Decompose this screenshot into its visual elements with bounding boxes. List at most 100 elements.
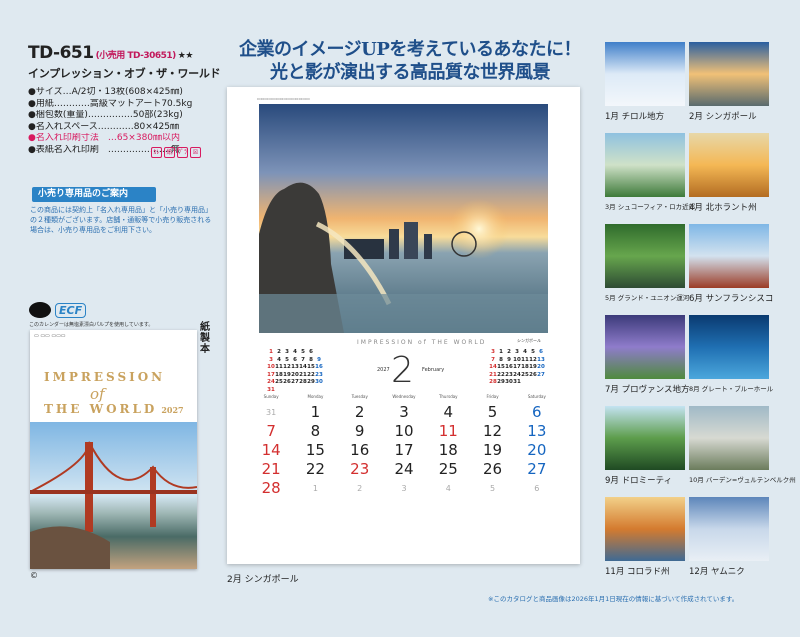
main-month-name: February bbox=[422, 367, 445, 373]
day-cell: 31 bbox=[266, 408, 277, 417]
badge-paper-icon: 紙 bbox=[164, 147, 175, 158]
mini-day: 11 bbox=[275, 364, 283, 370]
mini-day: 20 bbox=[537, 364, 545, 370]
main-month-label: 2月 シンガポール bbox=[227, 575, 299, 585]
day-cell: 22 bbox=[305, 460, 325, 478]
thumbnail-photo bbox=[605, 133, 685, 197]
day-cell: 10 bbox=[394, 422, 414, 440]
mini-day: 18 bbox=[275, 371, 283, 378]
product-name: インプレッション・オブ・ザ・ワールド bbox=[28, 67, 221, 80]
month-grid: 31 1 2 3 4 5 6 7 8 9 10 11 12 13 14 15 16 17 18 19 20 21 22 23 2… bbox=[249, 403, 559, 508]
product-code-text: TD-651 bbox=[28, 43, 94, 63]
mini-day: 5 bbox=[531, 349, 535, 355]
mini-day: 1 bbox=[499, 349, 503, 355]
day-cell: 7 bbox=[266, 422, 276, 440]
next-month-calendar: 3 1 2 3 4 5 6 7 8 9 10 11 12 13 14 15 16 17 18 19 20 21 22 23 24… bbox=[489, 349, 545, 387]
main-photo-singapore bbox=[259, 104, 548, 333]
mini-day: 10 bbox=[267, 364, 275, 370]
spec-print-size: ●名入れ印刷寸法 …65×380㎜以内 bbox=[28, 133, 181, 144]
week-row: 31 1 2 3 4 5 6 bbox=[249, 403, 559, 422]
main-photo-caption: シンガポール bbox=[517, 338, 541, 343]
day-cell: 9 bbox=[354, 422, 365, 440]
day-cell: 4 bbox=[445, 484, 451, 493]
mini-day: 29 bbox=[497, 379, 505, 385]
thumbnail-label: 9月 ドロミーティ bbox=[605, 476, 673, 486]
day-cell: 14 bbox=[261, 441, 281, 459]
mini-day: 3 bbox=[269, 356, 273, 363]
mini-day: 15 bbox=[307, 364, 315, 370]
footnote: ※このカタログと商品画像は2026年1月1日現在の情報に基づいて作成されています… bbox=[488, 595, 739, 603]
day-cell: 27 bbox=[527, 460, 547, 478]
thumbnail-photo bbox=[605, 406, 685, 470]
day-cell: 6 bbox=[534, 484, 540, 493]
product-code: TD-651 (小売用 TD-30651) ★★ bbox=[28, 43, 193, 63]
thumbnail-photo bbox=[605, 224, 685, 288]
mini-week-row: 14 15 16 17 18 19 20 bbox=[489, 364, 545, 372]
mini-day: 14 bbox=[299, 364, 307, 370]
day-cell: 6 bbox=[532, 403, 542, 421]
mini-day: 31 bbox=[267, 386, 275, 393]
mini-day: 13 bbox=[291, 364, 299, 370]
spec-packing: ●梱包数(重量)……………50部(23kg) bbox=[28, 110, 183, 121]
cover-year: 2027 bbox=[161, 405, 184, 415]
cover-calendar: ▭ ▭▭ ▭▭▭ IMPRESSION of THE WORLD 2027 bbox=[30, 330, 197, 569]
thumbnail-label: 8月 グレート・ブルーホール bbox=[689, 385, 774, 393]
weekday-fri: Friday bbox=[486, 394, 499, 399]
badge-none-icon: ☒ bbox=[190, 147, 201, 158]
mini-day: 19 bbox=[283, 371, 291, 378]
notice-title: 小売り専用品のご案内 bbox=[32, 187, 156, 202]
mini-day: 20 bbox=[291, 371, 299, 378]
previous-month-calendar: 1 2 3 4 5 6 3 4 5 6 7 8 9 10 11 12 13 14 15 16 17 18 19 20 21 22 2… bbox=[267, 349, 323, 394]
thumbnail-photo bbox=[689, 315, 769, 379]
mini-day: 26 bbox=[529, 371, 537, 378]
thumbnail-photo bbox=[689, 42, 769, 106]
thumbnail-photo bbox=[605, 315, 685, 379]
day-cell: 24 bbox=[394, 460, 414, 478]
mini-day: 23 bbox=[315, 371, 323, 378]
week-row: 14 15 16 17 18 19 20 bbox=[249, 441, 559, 460]
day-cell: 16 bbox=[350, 441, 370, 459]
mini-day: 7 bbox=[301, 356, 305, 363]
thumbnail-photo bbox=[689, 497, 769, 561]
mini-day: 9 bbox=[317, 356, 321, 363]
thumbnail-label: 1月 チロル地方 bbox=[605, 112, 665, 122]
mini-day: 22 bbox=[497, 371, 505, 378]
badge-plastic-icon: ﾌﾟﾗ bbox=[177, 147, 188, 158]
day-cell: 18 bbox=[438, 441, 458, 459]
weekday-thu: Thursday bbox=[438, 394, 458, 399]
day-cell: 25 bbox=[438, 460, 458, 478]
day-cell: 15 bbox=[305, 441, 325, 459]
mini-day: 29 bbox=[307, 379, 315, 385]
thumbnail-label: 3月 シュコーフィア・ロカ近郊 bbox=[605, 203, 696, 211]
mini-day: 22 bbox=[307, 371, 315, 378]
mini-day: 23 bbox=[505, 371, 513, 378]
mini-week-row: 7 8 9 10 11 12 13 bbox=[489, 357, 545, 365]
mini-day: 6 bbox=[293, 356, 297, 363]
mini-day: 16 bbox=[315, 364, 323, 370]
mini-day: 30 bbox=[505, 379, 513, 385]
mini-day: 25 bbox=[521, 371, 529, 378]
day-cell: 4 bbox=[443, 403, 454, 421]
ecf-logo: ECF bbox=[55, 302, 87, 318]
thumbnail-photo bbox=[689, 406, 769, 470]
day-cell: 17 bbox=[394, 441, 414, 459]
mini-day: 25 bbox=[275, 379, 283, 385]
mini-day: 5 bbox=[301, 349, 305, 355]
day-cell: 3 bbox=[401, 484, 407, 493]
mini-day: 24 bbox=[267, 379, 275, 385]
weekday-header: Sunday Monday Tuesday Wednesday Thursday… bbox=[249, 394, 559, 399]
mini-day: 27 bbox=[537, 371, 545, 378]
mini-day: 7 bbox=[491, 356, 495, 363]
cover-title-line2: of bbox=[90, 385, 105, 403]
day-cell: 2 bbox=[354, 403, 365, 421]
thumbnail-label: 10月 バーデン=ヴュルテンベルク州 bbox=[689, 476, 796, 484]
mini-day: 1 bbox=[269, 349, 273, 355]
mini-day: 17 bbox=[513, 364, 521, 370]
mini-day: 30 bbox=[315, 379, 323, 385]
mini-day: 24 bbox=[513, 371, 521, 378]
headline-line2: 光と影が演出する高品質な世界風景 bbox=[270, 62, 551, 83]
weekday-wed: Wednesday bbox=[392, 394, 416, 399]
mini-day: 13 bbox=[537, 356, 545, 363]
day-cell: 3 bbox=[399, 403, 409, 421]
mini-day: 14 bbox=[489, 364, 497, 370]
